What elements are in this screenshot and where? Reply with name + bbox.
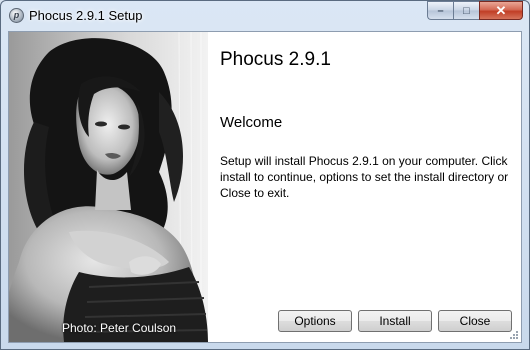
- setup-window: p Phocus 2.9.1 Setup – □ ✕ Photo: Peter …: [0, 0, 530, 350]
- welcome-photo: Photo: Peter Coulson: [9, 32, 208, 342]
- title-bar[interactable]: p Phocus 2.9.1 Setup – □ ✕: [1, 1, 529, 31]
- close-window-button[interactable]: ✕: [479, 1, 523, 20]
- setup-message: Setup will install Phocus 2.9.1 on your …: [220, 154, 509, 200]
- resize-grip-icon[interactable]: [509, 330, 519, 340]
- dialog-client-area: Photo: Peter Coulson Phocus 2.9.1 Welcom…: [8, 31, 522, 343]
- window-title: Phocus 2.9.1 Setup: [29, 8, 143, 23]
- close-icon: ✕: [495, 2, 507, 18]
- photo-credit: Photo: Peter Coulson: [62, 321, 177, 335]
- options-button[interactable]: Options: [278, 310, 352, 332]
- install-button[interactable]: Install: [358, 310, 432, 332]
- caption-buttons: – □ ✕: [427, 1, 523, 20]
- minimize-icon: –: [437, 4, 444, 17]
- app-icon[interactable]: p: [9, 8, 24, 23]
- close-button[interactable]: Close: [438, 310, 512, 332]
- product-title: Phocus 2.9.1: [220, 49, 331, 70]
- welcome-heading: Welcome: [220, 114, 283, 131]
- maximize-icon: □: [463, 4, 470, 17]
- portrait-image: [9, 32, 208, 342]
- maximize-button[interactable]: □: [453, 1, 479, 20]
- minimize-button[interactable]: –: [427, 1, 453, 20]
